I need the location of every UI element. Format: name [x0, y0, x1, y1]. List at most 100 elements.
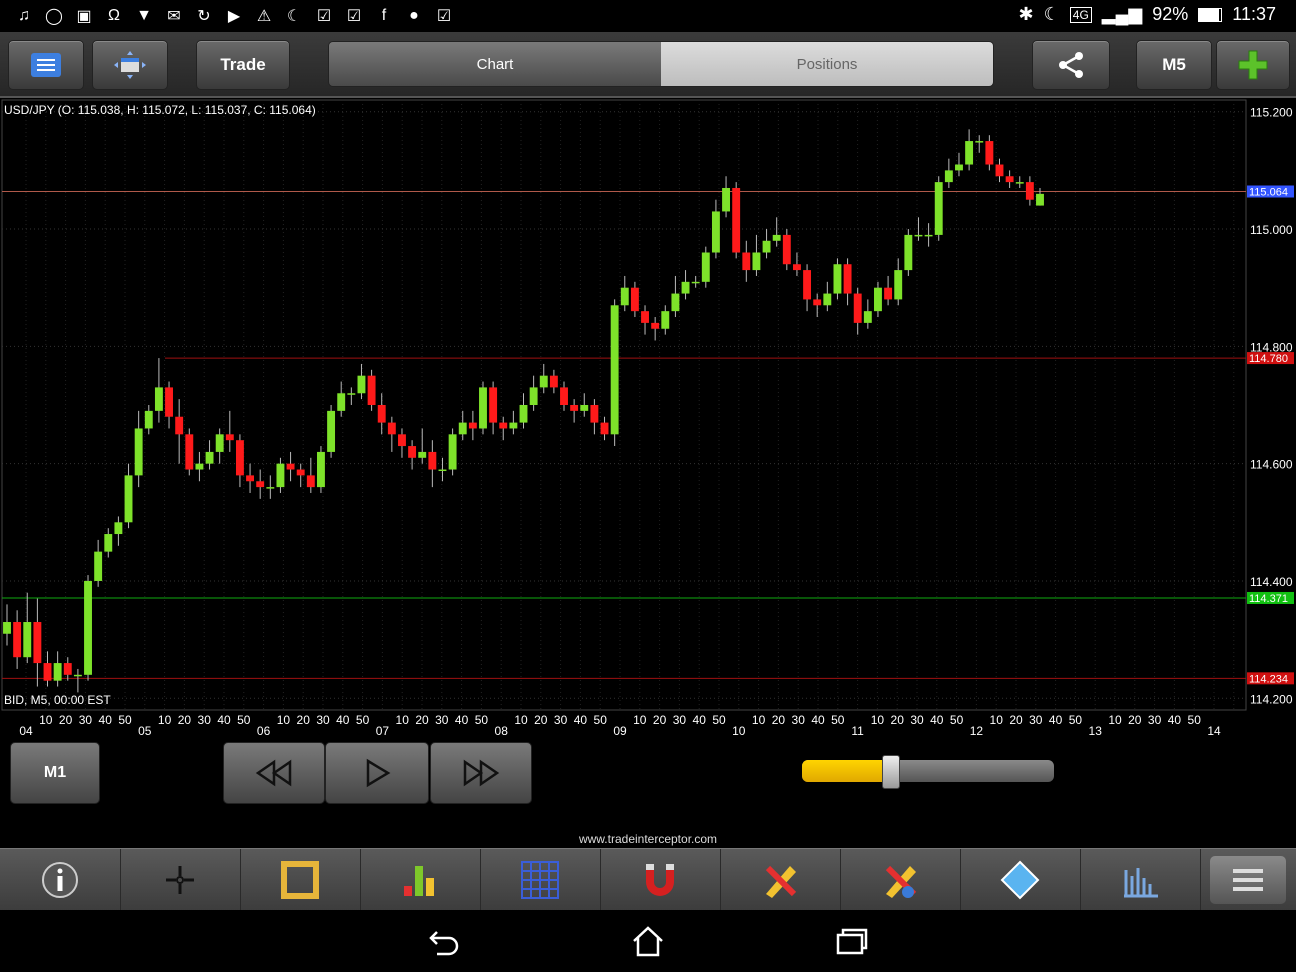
price-chart[interactable]: 115.200 115.000 114.800 114.600 114.400 114.2…	[0, 98, 1296, 738]
play-button[interactable]	[325, 742, 429, 804]
magnet-icon	[646, 864, 674, 896]
candle-body	[1005, 176, 1014, 183]
minute-label: 30	[910, 713, 924, 727]
m1-button[interactable]: M1	[10, 742, 100, 804]
home-button[interactable]	[628, 924, 668, 958]
task-done-icon: ☑	[436, 8, 452, 25]
candle-body	[975, 141, 984, 143]
measure-frame-button[interactable]	[240, 849, 361, 911]
minute-label: 20	[178, 713, 192, 727]
low-line-label: 114.234	[1249, 673, 1288, 685]
candle-body	[94, 551, 103, 581]
minute-label: 50	[950, 713, 964, 727]
minute-label: 50	[475, 713, 489, 727]
website-url: www.tradeinterceptor.com	[578, 832, 718, 846]
pencil-info-icon	[885, 865, 917, 898]
grid-icon	[521, 861, 559, 899]
chart-settings-button[interactable]	[1080, 849, 1201, 911]
candle-body	[53, 663, 62, 681]
day-label: 04	[19, 724, 33, 738]
bottom-toolbar	[0, 848, 1296, 911]
candle-body	[539, 375, 548, 388]
candle-body	[23, 622, 32, 658]
minute-label: 10	[396, 713, 410, 727]
back-button[interactable]	[424, 924, 464, 958]
minute-label: 40	[1168, 713, 1182, 727]
candle-body	[276, 463, 285, 488]
chart-title: USD/JPY (O: 115.038, H: 115.072, L: 115.…	[4, 103, 316, 117]
drawing-info-button[interactable]	[840, 849, 961, 911]
price-tick-label: 114.400	[1250, 575, 1293, 589]
candle-body	[266, 487, 275, 489]
candle-body	[84, 580, 92, 675]
speed-slider-fill	[802, 760, 891, 782]
candle-body	[499, 422, 508, 429]
minute-label: 40	[99, 713, 113, 727]
youtube-icon: ▶	[227, 8, 241, 25]
grid-button[interactable]	[480, 849, 601, 911]
candle-body	[387, 422, 396, 435]
clock: 11:37	[1232, 4, 1276, 24]
info-button[interactable]	[0, 849, 121, 911]
speed-slider-handle[interactable]	[882, 755, 901, 789]
magnet-button[interactable]	[600, 849, 721, 911]
notification-icons: ♫ ◯ ▣ Ω ▼ ✉ ↻ ▶ ⚠ ☾ ☑ ☑ f ● ☑	[14, 6, 454, 26]
day-label: 07	[376, 724, 390, 738]
candle-body	[843, 264, 852, 294]
candle-body	[681, 281, 690, 294]
resistance-line-label: 114.780	[1249, 353, 1288, 365]
candlestick-chart[interactable]: 115.200115.000114.800114.600114.400114.2…	[0, 98, 1296, 738]
candle-body	[732, 187, 741, 253]
add-button[interactable]	[1216, 40, 1290, 90]
day-label: 14	[1207, 724, 1221, 738]
recents-button[interactable]	[832, 924, 872, 958]
minute-label: 30	[673, 713, 687, 727]
drawing-tools-button[interactable]	[720, 849, 841, 911]
minute-label: 40	[455, 713, 469, 727]
indicators-button[interactable]	[360, 849, 481, 911]
candle-body	[438, 469, 447, 472]
minute-label: 50	[1069, 713, 1083, 727]
candle-body	[509, 422, 518, 429]
minute-label: 10	[277, 713, 291, 727]
minute-label: 10	[990, 713, 1004, 727]
minute-label: 50	[831, 713, 845, 727]
layout-button[interactable]	[92, 40, 168, 90]
minute-label: 10	[1108, 713, 1122, 727]
candle-body	[955, 164, 963, 171]
minute-label: 30	[79, 713, 93, 727]
timeframe-button[interactable]: M5	[1136, 40, 1212, 90]
day-label: 08	[495, 724, 509, 738]
list-menu-button[interactable]	[8, 40, 84, 90]
eraser-button[interactable]	[960, 849, 1081, 911]
minute-label: 40	[811, 713, 825, 727]
minute-label: 10	[39, 713, 53, 727]
tab-chart[interactable]: Chart	[329, 42, 661, 86]
candle-body	[772, 234, 781, 241]
task-check-icon: ☑	[346, 8, 362, 25]
chart-footer: BID, M5, 00:00 EST	[4, 693, 111, 707]
rewind-button[interactable]	[223, 742, 325, 804]
candle-body	[985, 141, 994, 165]
crosshair-button[interactable]	[120, 849, 241, 911]
candle-body	[610, 305, 619, 435]
trade-button[interactable]: Trade	[196, 40, 290, 90]
candle-body	[874, 287, 882, 312]
candle-body	[408, 446, 417, 458]
network-type: 4G	[1069, 6, 1092, 23]
tab-positions[interactable]: Positions	[661, 42, 993, 86]
menu-button[interactable]	[1206, 849, 1290, 911]
fast-forward-button[interactable]	[430, 742, 532, 804]
candle-body	[256, 481, 265, 488]
candle-body	[73, 674, 82, 677]
candle-body	[711, 211, 720, 253]
candle-body	[600, 422, 609, 435]
minute-label: 40	[693, 713, 707, 727]
candle-body	[1036, 193, 1044, 206]
candle-body	[165, 387, 173, 417]
candle-body	[853, 293, 862, 323]
candle-body	[367, 375, 376, 405]
minute-label: 20	[534, 713, 548, 727]
candle-body	[924, 234, 933, 237]
share-button[interactable]	[1032, 40, 1110, 90]
